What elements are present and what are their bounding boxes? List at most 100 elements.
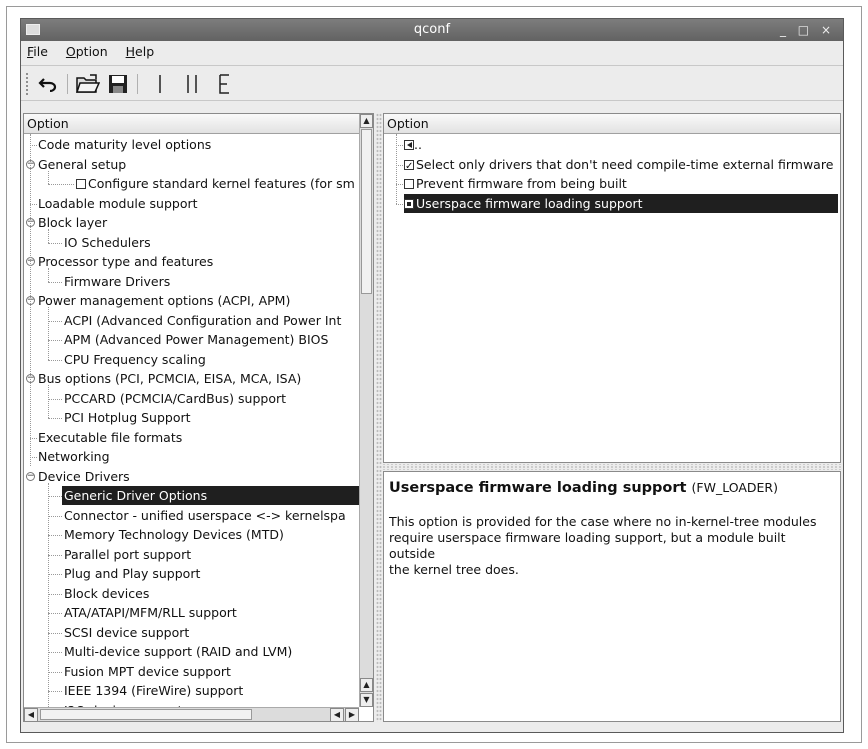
- tree-item-label: Parallel port support: [64, 546, 192, 562]
- config-tree-pane: Option Code maturity level options Genera…: [23, 113, 374, 722]
- checkbox-icon[interactable]: [76, 179, 86, 189]
- menu-option[interactable]: Option: [66, 41, 108, 63]
- tree-horizontal-scrollbar[interactable]: ◀ ◀ ▶: [24, 707, 359, 722]
- tree-connector: [48, 307, 49, 360]
- undo-icon[interactable]: [35, 71, 61, 97]
- tree-item-label: Block devices: [64, 585, 150, 601]
- back-icon[interactable]: [404, 140, 414, 150]
- tree-connector: [396, 203, 403, 205]
- collapse-icon[interactable]: −: [26, 471, 35, 481]
- tree-item[interactable]: Firmware Drivers: [64, 272, 170, 291]
- tree-item-label: General setup: [38, 156, 127, 172]
- tree-item-label: Device Drivers: [38, 468, 130, 484]
- scroll-right-arrow-icon[interactable]: ▶: [345, 708, 359, 722]
- tree-item[interactable]: Plug and Play support: [64, 564, 200, 583]
- tree-item-label: ATA/ATAPI/MFM/RLL support: [64, 605, 237, 620]
- tree-connector: [48, 482, 49, 707]
- option-item[interactable]: ..: [404, 135, 422, 154]
- module-checkbox-icon[interactable]: [404, 198, 414, 209]
- close-button[interactable]: ×: [821, 19, 835, 41]
- tree-item[interactable]: Generic Driver Options: [62, 486, 359, 505]
- tree-connector: [48, 515, 62, 517]
- help-splitter[interactable]: [383, 464, 841, 470]
- tree-item[interactable]: Code maturity level options: [38, 135, 211, 154]
- maximize-button[interactable]: □: [798, 19, 813, 41]
- tree-column-header[interactable]: Option: [24, 114, 359, 134]
- tree-connector: [48, 554, 62, 556]
- checkbox-icon[interactable]: [404, 157, 414, 176]
- menu-file[interactable]: File: [27, 41, 48, 63]
- tree-connector: [48, 170, 49, 184]
- option-item[interactable]: Select only drivers that don't need comp…: [404, 155, 834, 176]
- scroll-left-arrow-icon[interactable]: ◀: [24, 708, 38, 722]
- tree-vertical-scrollbar[interactable]: ▲ ▲ ▼: [359, 114, 373, 707]
- scroll-down-arrow-icon[interactable]: ▼: [360, 693, 373, 707]
- tree-item[interactable]: Processor type and features: [38, 252, 213, 271]
- tree-connector: [30, 134, 31, 466]
- tree-item-label: Firmware Drivers: [64, 273, 171, 289]
- help-pane: Userspace firmware loading support (FW_L…: [383, 471, 841, 722]
- tree-item[interactable]: APM (Advanced Power Management) BIOS: [64, 330, 328, 349]
- checkbox-icon[interactable]: [404, 179, 414, 189]
- tree-item[interactable]: Device Drivers: [38, 467, 130, 486]
- tree-item[interactable]: Networking: [38, 447, 110, 466]
- tree-item-label: Processor type and features: [38, 254, 214, 269]
- options-column-header[interactable]: Option: [384, 114, 840, 134]
- tree-item[interactable]: Configure standard kernel features (for …: [76, 174, 355, 193]
- option-item-label: Userspace firmware loading support: [416, 195, 643, 211]
- tree-item[interactable]: CPU Frequency scaling: [64, 350, 206, 369]
- title-bar[interactable]: qconf _ □ ×: [21, 19, 843, 41]
- config-tree: Code maturity level options General setup…: [24, 134, 359, 707]
- tree-item[interactable]: PCCARD (PCMCIA/CardBus) support: [64, 389, 286, 408]
- split-view-icon[interactable]: [179, 71, 205, 97]
- scroll-up-arrow-icon[interactable]: ▲: [360, 114, 373, 128]
- tree-item[interactable]: IO Schedulers: [64, 233, 151, 252]
- help-symbol: (FW_LOADER): [691, 480, 778, 495]
- minimize-button[interactable]: _: [780, 19, 790, 41]
- tree-item[interactable]: Executable file formats: [38, 428, 182, 447]
- window-menu-icon[interactable]: [26, 24, 40, 35]
- tree-connector: [396, 164, 403, 166]
- scroll-up-arrow-icon[interactable]: ▲: [360, 678, 373, 692]
- tree-item-label: Plug and Play support: [64, 566, 201, 581]
- tree-item[interactable]: Multi-device support (RAID and LVM): [64, 642, 292, 661]
- open-folder-icon[interactable]: [75, 71, 101, 97]
- option-item[interactable]: Userspace firmware loading support: [404, 193, 838, 213]
- save-icon[interactable]: [105, 71, 131, 97]
- tree-item[interactable]: IEEE 1394 (FireWire) support: [64, 681, 243, 700]
- tree-item[interactable]: PCI Hotplug Support: [64, 408, 191, 427]
- tree-item[interactable]: ACPI (Advanced Configuration and Power I…: [64, 311, 341, 330]
- tree-item-label: Executable file formats: [38, 429, 183, 445]
- full-view-icon[interactable]: [211, 71, 237, 97]
- tree-item[interactable]: ATA/ATAPI/MFM/RLL support: [64, 603, 237, 622]
- option-item-label: Select only drivers that don't need comp…: [416, 156, 834, 172]
- tree-item[interactable]: SCSI device support: [64, 623, 189, 642]
- tree-item[interactable]: Memory Technology Devices (MTD): [64, 525, 284, 544]
- tree-item[interactable]: Fusion MPT device support: [64, 662, 231, 681]
- option-item[interactable]: Prevent firmware from being built: [404, 174, 627, 193]
- tree-item[interactable]: General setup: [38, 155, 126, 174]
- tree-connector: [48, 398, 62, 400]
- tree-item[interactable]: Power management options (ACPI, APM): [38, 291, 290, 310]
- scroll-thumb[interactable]: [361, 129, 372, 294]
- menu-help[interactable]: Help: [126, 41, 155, 63]
- tree-item-label: SCSI device support: [64, 624, 190, 640]
- options-list: .. Select only drivers that don't need co…: [384, 134, 840, 462]
- tree-item[interactable]: Loadable module support: [38, 194, 198, 213]
- tree-item-label: ACPI (Advanced Configuration and Power I…: [64, 312, 342, 328]
- tree-item[interactable]: Block devices: [64, 584, 149, 603]
- toolbar: [21, 65, 843, 101]
- scroll-left-arrow-icon[interactable]: ◀: [330, 708, 344, 722]
- tree-item-label: APM (Advanced Power Management) BIOS: [64, 332, 329, 347]
- toolbar-grip[interactable]: [25, 72, 29, 96]
- menu-bar: File Option Help: [21, 41, 843, 63]
- single-view-icon[interactable]: [147, 71, 173, 97]
- tree-item[interactable]: Parallel port support: [64, 545, 191, 564]
- tree-connector: [48, 320, 62, 322]
- tree-item[interactable]: Connector - unified userspace <-> kernel…: [64, 506, 346, 525]
- tree-connector: [396, 184, 403, 185]
- pane-splitter[interactable]: [376, 113, 382, 722]
- tree-item[interactable]: Bus options (PCI, PCMCIA, EISA, MCA, ISA…: [38, 369, 301, 388]
- tree-item-label: IEEE 1394 (FireWire) support: [64, 683, 244, 698]
- horizontal-scroll-thumb[interactable]: [40, 709, 252, 720]
